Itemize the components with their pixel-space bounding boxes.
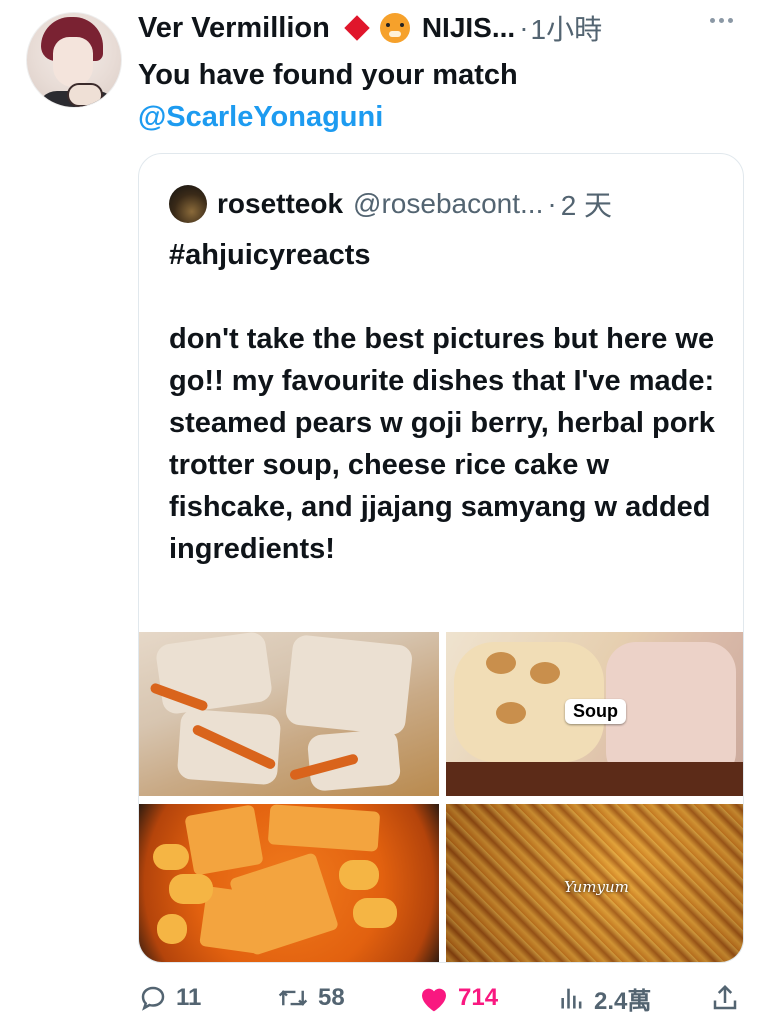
- photo-steamed-pears[interactable]: [139, 632, 439, 796]
- like-count: 714: [458, 984, 499, 1011]
- like-button[interactable]: 714: [418, 978, 498, 1018]
- share-button[interactable]: [710, 978, 748, 1018]
- photo-jjajang-samyang[interactable]: Yumyum: [446, 804, 743, 962]
- author-name[interactable]: Ver Vermillion: [138, 12, 330, 45]
- quote-body: don't take the best pictures but here we…: [169, 323, 715, 565]
- heart-icon: [422, 988, 446, 1012]
- photo-cheese-rice-cake[interactable]: [139, 804, 439, 962]
- quote-avatar[interactable]: [169, 185, 207, 223]
- photo-grid: Soup Yumyum: [139, 632, 743, 962]
- retweet-icon: [278, 990, 308, 1006]
- author-avatar[interactable]: [26, 12, 122, 108]
- quote-author-handle: @rosebacont...: [353, 188, 544, 219]
- share-icon: [713, 984, 737, 1010]
- soup-label: Soup: [565, 699, 626, 724]
- mention-link[interactable]: @ScarleYonaguni: [138, 96, 383, 138]
- retweet-button[interactable]: 58: [276, 978, 345, 1018]
- reply-icon: [141, 986, 165, 1011]
- reply-count: 11: [176, 984, 202, 1011]
- tweet-header: Ver Vermillion NIJIS... · 1小時: [138, 8, 602, 48]
- quote-time: 2 天: [560, 190, 613, 221]
- tweet-time[interactable]: 1小時: [531, 8, 603, 48]
- header-separator: ·: [519, 12, 529, 43]
- views-icon: [561, 988, 582, 1009]
- author-org: NIJIS...: [421, 12, 516, 43]
- action-bar: 11 58 714 2.4萬: [138, 978, 748, 1018]
- tweet-text: You have found your match: [138, 59, 518, 91]
- quoted-tweet[interactable]: rosetteok @rosebacont... · 2 天 #ahjuicyr…: [138, 153, 744, 963]
- quote-hashtag[interactable]: #ahjuicyreacts: [169, 234, 729, 276]
- views-count: 2.4萬: [594, 987, 652, 1015]
- quote-header: rosetteok @rosebacont... · 2 天: [169, 184, 612, 224]
- diamond-icon: [344, 15, 370, 41]
- quote-separator: ·: [547, 188, 557, 219]
- more-icon[interactable]: [710, 18, 733, 23]
- reply-button[interactable]: 11: [138, 978, 201, 1018]
- retweet-count: 58: [318, 984, 345, 1011]
- views-button[interactable]: 2.4萬: [558, 978, 651, 1018]
- quote-text: #ahjuicyreacts don't take the best pictu…: [169, 234, 729, 570]
- yumyum-label: Yumyum: [564, 878, 629, 896]
- photo-trotter-soup[interactable]: Soup: [446, 632, 743, 796]
- quote-author-name: rosetteok: [217, 188, 344, 219]
- tiger-icon: [379, 13, 410, 43]
